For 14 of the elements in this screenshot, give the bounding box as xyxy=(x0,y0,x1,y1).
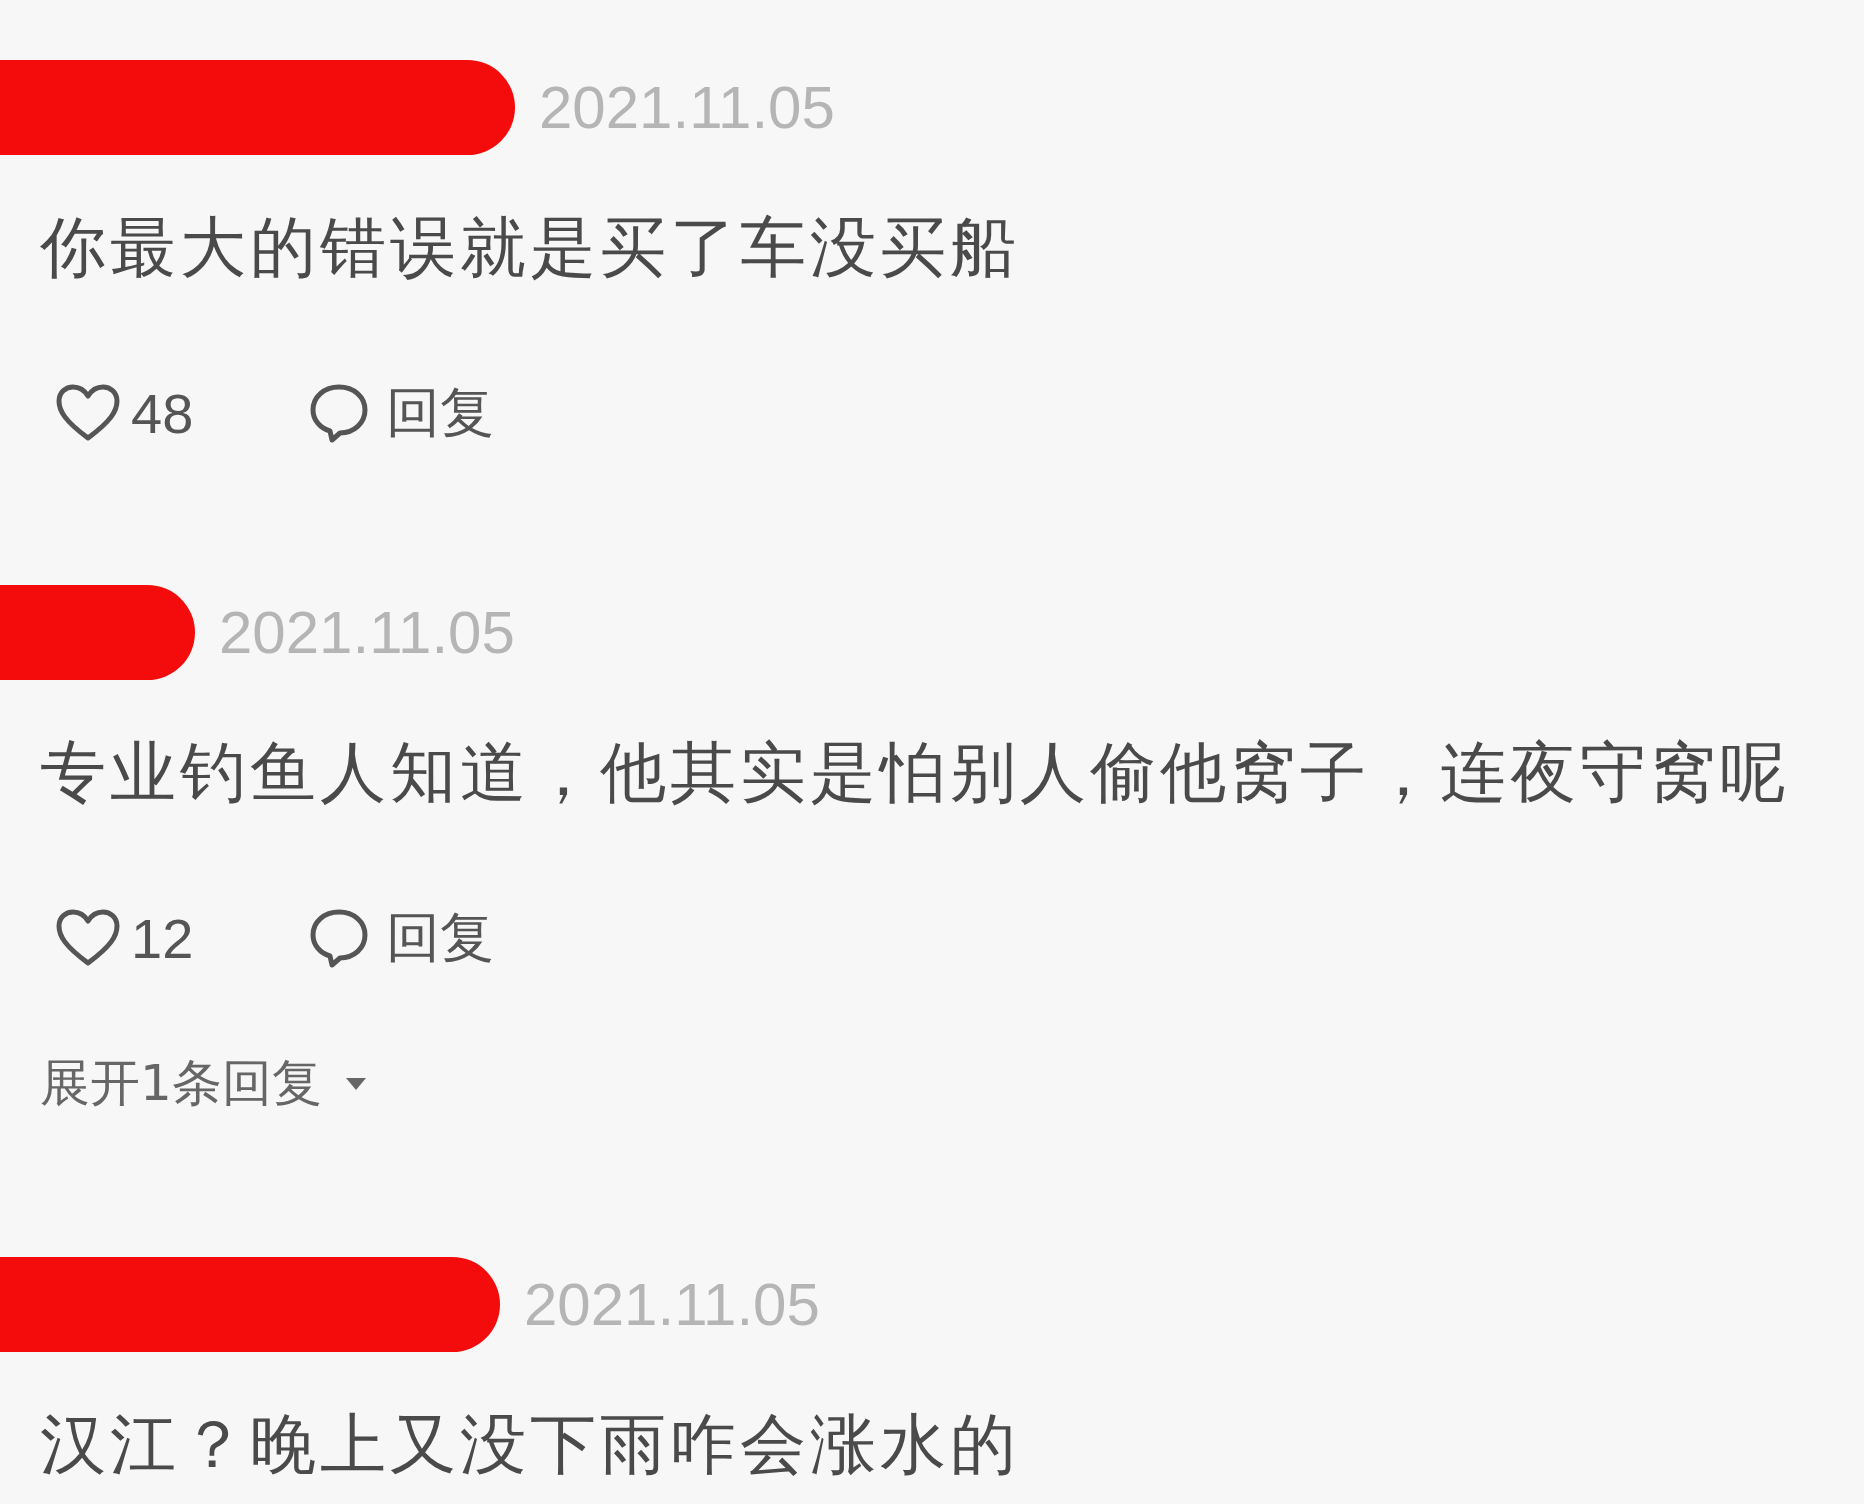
comment-text: 专业钓鱼人知道，他其实是怕别人偷他窝子，连夜守窝呢 xyxy=(40,735,1791,811)
caret-icon xyxy=(343,1075,368,1092)
heart-icon xyxy=(55,383,121,443)
like-button[interactable]: 48 xyxy=(55,380,194,446)
expand-replies-link[interactable]: 展开1条回复 xyxy=(40,1050,368,1117)
reply-button[interactable]: 回复 xyxy=(308,376,495,450)
comment-date: 2021.11.05 xyxy=(219,598,515,667)
comment-date: 2021.11.05 xyxy=(524,1270,820,1339)
heart-icon xyxy=(55,908,121,968)
comment-text: 你最大的错误就是买了车没买船 xyxy=(40,210,1021,286)
comment-text: 汉江？晚上又没下雨咋会涨水的 xyxy=(40,1407,1021,1483)
like-button[interactable]: 12 xyxy=(55,905,194,971)
reply-button[interactable]: 回复 xyxy=(308,901,495,975)
comment-date: 2021.11.05 xyxy=(539,73,835,142)
